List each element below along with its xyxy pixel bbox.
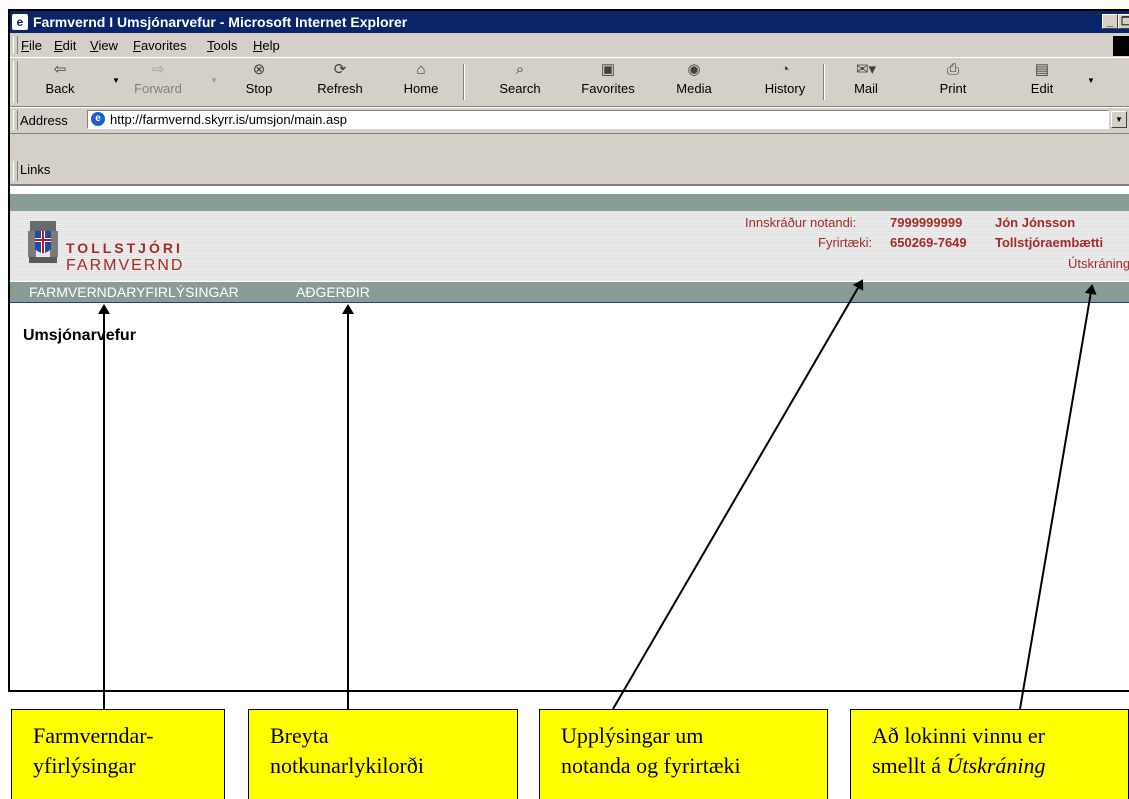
callout-change-password: Breyta notkunarlykilorði [248, 709, 518, 799]
callout-user-company-info: Upplýsingar um notanda og fyrirtæki [539, 709, 828, 799]
arrow-logout [1019, 284, 1097, 710]
callout-declarations: Farmverndar- yfirlýsingar [11, 709, 225, 799]
arrow-user-info [612, 279, 864, 710]
callout-arrows [98, 279, 1097, 710]
callout-logout-instruction: Að lokinni vinnu er smellt á Útskráning [850, 709, 1129, 799]
